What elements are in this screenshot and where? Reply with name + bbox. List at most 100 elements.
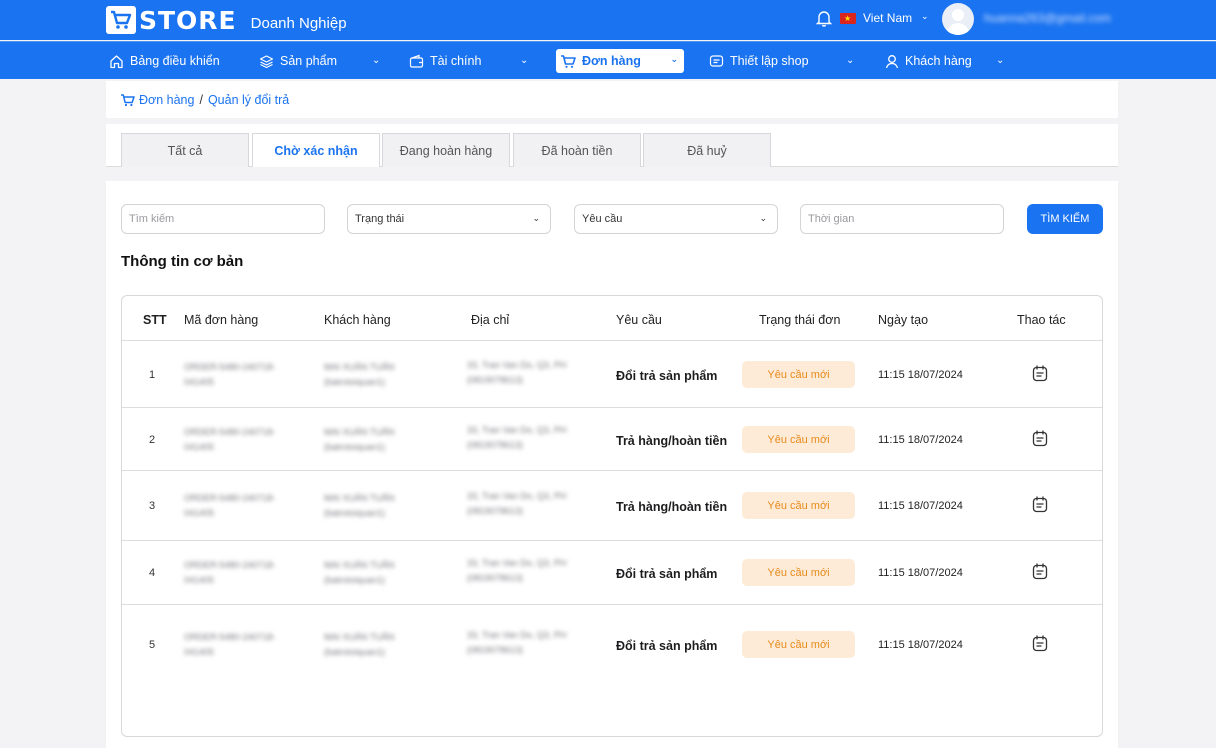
customer-line: MAI XUÂN TUẤN [324,632,395,642]
chevron-down-icon[interactable]: ⌄ [520,55,528,66]
address-line: (0819078613) [467,440,524,450]
nav-item-shop-settings[interactable]: Thiết lập shop [709,42,809,80]
chevron-down-icon: ⌄ [532,213,540,223]
column-header: Khách hàng [324,313,391,327]
chevron-down-icon[interactable]: ⌄ [846,55,854,66]
customer-name: MAI XUÂN TUẤN (batrotoiquan1) [324,630,394,660]
address-line: 33, Tran Van Do, Q3, PH [467,360,567,370]
customer-line: MAI XUÂN TUẤN [324,560,395,570]
created-date: 11:15 18/07/2024 [878,369,963,381]
status-select-label: Trạng thái [355,213,405,225]
top-header: STORE Doanh Nghiệp Viet Nam ⌄ huanna263@… [0,0,1216,40]
address: 33, Tran Van Do, Q3, PH (0819078613) [467,358,566,388]
customer-line: (batrotoiquan1) [324,575,386,585]
status-badge: Yêu cầu mới [742,361,855,388]
order-code-line: ORDER-5480-240718- [184,632,276,642]
view-detail-icon[interactable] [1032,430,1048,452]
view-detail-icon[interactable] [1032,365,1048,387]
customer-name: MAI XUÂN TUẤN (batrotoiquan1) [324,425,394,455]
nav-label: Khách hàng [905,54,972,68]
customer-line: MAI XUÂN TUẤN [324,362,395,372]
tab-returning[interactable]: Đang hoàn hàng [382,133,510,167]
address: 33, Tran Van Do, Q3, PH (0819078613) [467,489,566,519]
order-code[interactable]: ORDER-5480-240718- 041405 [184,491,276,521]
order-code-line: 041405 [184,442,215,452]
order-code-line: 041405 [184,377,215,387]
nav-label: Bảng điều khiển [130,54,220,68]
logo[interactable]: STORE Doanh Nghiệp [106,5,347,35]
order-code-line: ORDER-5480-240718- [184,427,276,437]
table-row: 3 ORDER-5480-240718- 041405 MAI XUÂN TUẤN (b… [122,470,1102,540]
column-header: STT [143,313,167,327]
order-code-line: ORDER-5480-240718- [184,362,276,372]
vietnam-flag-icon [840,13,856,24]
notification-bell-icon[interactable] [815,9,833,32]
logo-subtitle: Doanh Nghiệp [250,14,347,32]
user-email: huanna263@gmail.com [984,11,1111,25]
row-index: 1 [149,369,156,381]
content-card: Trạng thái ⌄ Yêu cầu ⌄ TÌM KIẾM Thông ti… [106,181,1118,748]
address-line: (0819078613) [467,645,524,655]
breadcrumb: Đơn hàng / Quản lý đổi trả [106,81,1118,118]
table-row: 4 ORDER-5480-240718- 041405 MAI XUÂN TUẤN (b… [122,540,1102,604]
request-type: Đổi trả sản phẩm [616,369,718,383]
view-detail-icon[interactable] [1032,563,1048,585]
language-selector[interactable]: Viet Nam [863,11,912,25]
chevron-down-icon[interactable]: ⌄ [670,54,678,65]
status-select[interactable]: Trạng thái ⌄ [347,204,551,234]
breadcrumb-current[interactable]: Quản lý đổi trả [208,93,289,107]
order-code[interactable]: ORDER-5480-240718- 041405 [184,558,276,588]
request-type: Đổi trả sản phẩm [616,639,718,653]
address-line: (0819078613) [467,573,524,583]
search-button[interactable]: TÌM KIẾM [1027,204,1103,234]
status-tabs: Tất cả Chờ xác nhận Đang hoàn hàng Đã ho… [106,124,1118,167]
customer-line: MAI XUÂN TUẤN [324,427,395,437]
tab-pending-confirmation[interactable]: Chờ xác nhận [252,133,380,167]
table-row: 1 ORDER-5480-240718- 041405 MAI XUÂN TUẤN (b… [122,340,1102,407]
user-icon [885,54,899,68]
nav-item-dashboard[interactable]: Bảng điều khiển [109,42,220,80]
chevron-down-icon[interactable]: ⌄ [996,55,1004,66]
customer-name: MAI XUÂN TUẤN (batrotoiquan1) [324,558,394,588]
order-code[interactable]: ORDER-5480-240718- 041405 [184,360,276,390]
breadcrumb-separator: / [199,92,203,107]
section-title: Thông tin cơ bản [121,253,244,270]
customer-line: (batrotoiquan1) [324,377,386,387]
time-input[interactable] [808,213,1003,225]
order-code[interactable]: ORDER-5480-240718- 041405 [184,425,276,455]
order-code[interactable]: ORDER-5480-240718- 041405 [184,630,276,660]
nav-item-customers[interactable]: Khách hàng [885,42,972,80]
view-detail-icon[interactable] [1032,635,1048,657]
address: 33, Tran Van Do, Q3, PH (0819078613) [467,556,566,586]
breadcrumb-root[interactable]: Đơn hàng [139,93,194,107]
column-header: Thao tác [1017,313,1066,327]
row-index: 2 [149,434,156,446]
nav-label: Sản phẩm [280,54,337,68]
column-header: Địa chỉ [471,313,510,327]
cart-logo-icon [106,6,136,34]
view-detail-icon[interactable] [1032,496,1048,518]
customer-line: MAI XUÂN TUẤN [324,493,395,503]
nav-item-orders[interactable]: Đơn hàng ⌄ [556,49,684,73]
nav-item-products[interactable]: Sản phẩm [259,42,337,80]
chevron-down-icon[interactable]: ⌄ [372,55,380,66]
chevron-down-icon[interactable]: ⌄ [921,11,929,22]
home-icon [110,54,123,68]
nav-item-finance[interactable]: Tài chính [409,42,481,80]
row-index: 4 [149,567,156,579]
address-line: 33, Tran Van Do, Q3, PH [467,491,567,501]
address-line: (0819078613) [467,375,524,385]
search-input[interactable] [129,213,324,225]
created-date: 11:15 18/07/2024 [878,500,963,512]
tab-refunded[interactable]: Đã hoàn tiền [513,133,641,167]
customer-name: MAI XUÂN TUẤN (batrotoiquan1) [324,360,394,390]
request-type: Đổi trả sản phẩm [616,567,718,581]
tab-all[interactable]: Tất cả [121,133,249,167]
table-row: 5 ORDER-5480-240718- 041405 MAI XUÂN TUẤN (b… [122,604,1102,684]
tab-cancelled[interactable]: Đã huỷ [643,133,771,167]
request-select[interactable]: Yêu cầu ⌄ [574,204,778,234]
order-code-line: 041405 [184,647,215,657]
status-badge: Yêu cầu mới [742,492,855,519]
avatar[interactable] [942,3,974,35]
address: 33, Tran Van Do, Q3, PH (0819078613) [467,423,566,453]
